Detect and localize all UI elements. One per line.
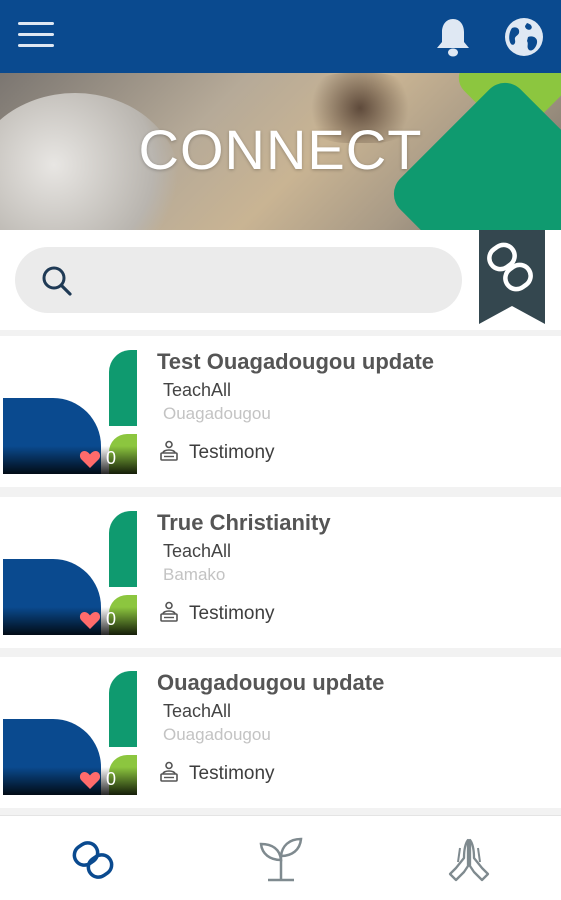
praying-hands-icon[interactable] (446, 836, 492, 882)
top-app-bar (0, 0, 561, 73)
globe-icon[interactable] (503, 16, 545, 58)
post-card[interactable]: 0 Ouagadougou update TeachAll Ouagadougo… (0, 657, 561, 808)
testimony-icon (160, 440, 178, 461)
post-type: Testimony (189, 442, 275, 463)
bottom-navigation (0, 815, 561, 900)
post-card[interactable]: 0 Test Ouagadougou update TeachAll Ouaga… (0, 336, 561, 487)
like-count: 0 (106, 609, 117, 629)
testimony-icon (160, 761, 178, 782)
bell-icon[interactable] (433, 16, 473, 58)
post-city: Bamako (163, 565, 226, 584)
hamburger-menu-icon[interactable] (18, 22, 54, 50)
like-count: 0 (106, 769, 117, 789)
post-thumbnail: 0 (3, 350, 137, 474)
post-title: True Christianity (157, 510, 331, 535)
post-organization: TeachAll (163, 701, 232, 721)
post-organization: TeachAll (163, 541, 232, 561)
post-type: Testimony (189, 603, 275, 624)
sprout-icon[interactable] (258, 836, 304, 882)
heart-icon[interactable] (79, 449, 101, 469)
post-city: Ouagadougou (163, 404, 271, 423)
heart-icon[interactable] (79, 610, 101, 630)
post-title: Ouagadougou update (157, 670, 385, 695)
link-icon[interactable] (70, 836, 116, 882)
post-thumbnail: 0 (3, 511, 137, 635)
search-input[interactable] (89, 247, 449, 313)
link-bookmark-icon[interactable] (479, 230, 545, 324)
hero-title: CONNECT (138, 118, 423, 181)
like-count: 0 (106, 448, 117, 468)
heart-icon[interactable] (79, 770, 101, 790)
post-title: Test Ouagadougou update (157, 349, 435, 374)
search-bar[interactable] (15, 247, 462, 313)
post-type: Testimony (189, 763, 275, 784)
search-icon[interactable] (39, 263, 75, 299)
post-city: Ouagadougou (163, 725, 271, 744)
testimony-icon (160, 601, 178, 622)
post-card[interactable]: 0 True Christianity TeachAll Bamako Test… (0, 497, 561, 648)
hero-banner: CONNECT (0, 73, 561, 230)
post-organization: TeachAll (163, 380, 232, 400)
search-row (0, 230, 561, 330)
post-thumbnail: 0 (3, 671, 137, 795)
